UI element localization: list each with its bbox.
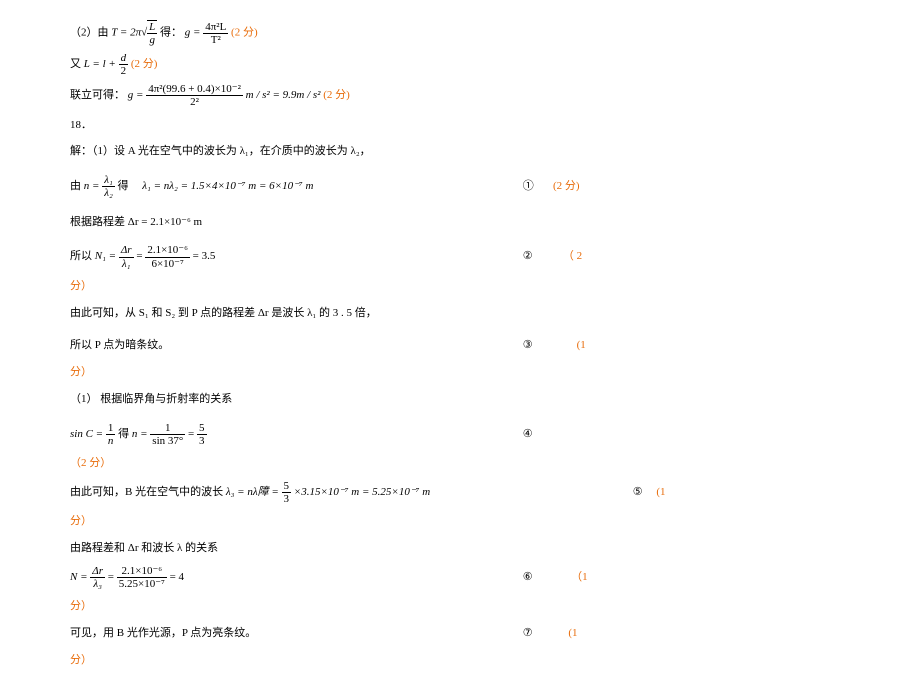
q2-g2unit: m / s² = 9.9m / s²	[246, 90, 321, 102]
q18-fen5: 分）	[70, 650, 850, 671]
q18-fen3: 分）	[70, 511, 850, 532]
q18-c1: ①	[523, 180, 534, 192]
q2-score3: (2 分)	[323, 90, 350, 102]
q18-c2: ②	[523, 251, 533, 263]
q2-L: L = l +	[84, 58, 116, 70]
q18-s7: (1	[568, 627, 577, 639]
q18-froms: 由此可知，从 S₁ 和 S₂ 到 P 点的路程差 Δr 是波长 λ₁ 的 3 .…	[70, 303, 850, 324]
q18-bright: 可见，用 B 光作光源，P 点为亮条纹。 ⑦ (1	[70, 623, 850, 644]
q18-c4: ④	[523, 428, 533, 440]
q2-sqrt: Lg	[147, 20, 157, 46]
q18-c6: ⑥	[523, 571, 533, 583]
q18-s4: （2 分）	[70, 453, 850, 474]
q18-part2: （1） 根据临界角与折射率的关系	[70, 389, 850, 410]
q2-also: 又	[70, 58, 81, 70]
q2-Lfrac: d2	[119, 52, 129, 77]
q18-byn: 由	[70, 180, 81, 192]
q18-s6: （1	[571, 571, 588, 583]
q18-s5: (1	[656, 486, 665, 498]
q18-fen4: 分）	[70, 596, 850, 617]
q2-gfrac: 4π²LT²	[203, 21, 228, 46]
q2-g2: g =	[128, 90, 144, 102]
q2-line2: 又 L = l + d2 (2 分)	[70, 52, 850, 77]
q18-c3: ③	[523, 339, 533, 351]
q18-num: 18．	[70, 115, 850, 136]
q18-s1: (2 分)	[553, 180, 580, 192]
q2-line1: （2）由 T = 2π√Lg 得： g = 4π²LT² (2 分)	[70, 20, 850, 46]
q18-c7: ⑦	[523, 627, 533, 639]
q2-intro: （2）由	[70, 27, 109, 39]
q2-score1: (2 分)	[231, 27, 258, 39]
q2-g: g =	[185, 27, 201, 39]
q18-s2: （ 2	[563, 251, 582, 263]
q2-deriv: 得：	[160, 27, 182, 39]
q18-c5: ⑤	[633, 486, 643, 498]
q18-sol: 解：（1）设 A 光在空气中的波长为 λ₁，在介质中的波长为 λ₂，	[70, 141, 850, 162]
q18-fen2: 分）	[70, 362, 850, 383]
q2-score2: (2 分)	[131, 58, 158, 70]
q2-g2frac: 4π²(99.6 + 0.4)×10⁻²2²	[146, 83, 243, 108]
q2-T: T = 2π	[111, 27, 141, 39]
q18-s3: (1	[577, 339, 586, 351]
q2-line3: 联立可得： g = 4π²(99.6 + 0.4)×10⁻²2² m / s² …	[70, 83, 850, 108]
q18-N-line: N = Δrλ₃ = 2.1×10⁻⁶5.25×10⁻⁷ = 4 ⑥ （1	[70, 565, 850, 590]
q2-joint: 联立可得：	[70, 90, 125, 102]
q18-N1-line: 所以 N₁ = Δrλ₁ = 2.1×10⁻⁶6×10⁻⁷ = 3.5 ② （ …	[70, 244, 850, 269]
q18-sinC: sin C = 1n 得 n = 1sin 37° = 53 ④	[70, 422, 850, 447]
q18-fen1: 分）	[70, 276, 850, 297]
q18-bypath: 由路程差和 Δr 和波长 λ 的关系	[70, 538, 850, 559]
q18-path: 根据路程差 Δr = 2.1×10⁻⁶ m	[70, 212, 850, 233]
q18-dark: 所以 P 点为暗条纹。 ③ (1	[70, 335, 850, 356]
q18-n-line: 由 n = λ₁λ₂ 得 λ₁ = nλ₂ = 1.5×4×10⁻⁷ m = 6…	[70, 174, 850, 199]
q18-fromb: 由此可知，B 光在空气中的波长 λ₃ = nλ障 = 53 ×3.15×10⁻⁷…	[70, 480, 850, 505]
